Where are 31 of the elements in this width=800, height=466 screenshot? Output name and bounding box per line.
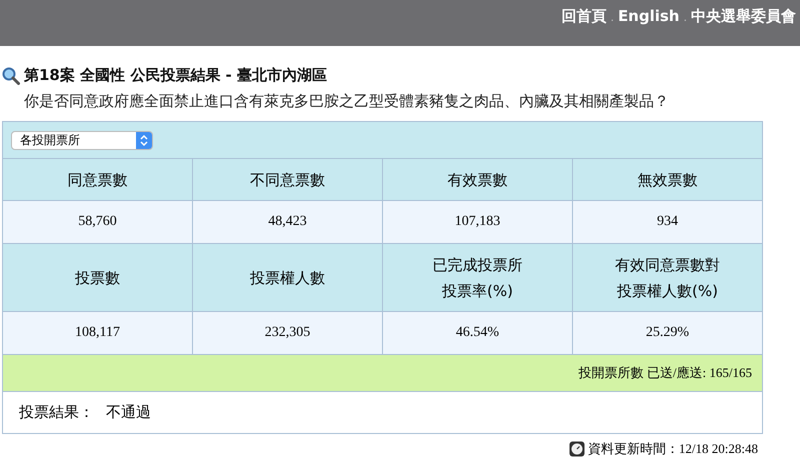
column-header: 不同意票數: [193, 159, 383, 201]
search-icon: [2, 66, 20, 84]
separator: .: [610, 11, 614, 26]
progress-text: 投開票所數 已送/應送: 165/165: [578, 364, 752, 382]
table-cell: 46.54%: [383, 312, 573, 355]
table-cell: 58,760: [3, 201, 193, 244]
separator: .: [684, 11, 687, 26]
chevron-icon: [136, 132, 152, 148]
column-header: 有效票數: [383, 159, 573, 201]
column-header: 投票權人數: [193, 244, 383, 312]
result-value: 不通過: [106, 403, 151, 422]
column-header: 有效同意票數對 投票權人數(%): [573, 244, 762, 312]
column-header: 同意票數: [3, 159, 193, 201]
column-header: 已完成投票所 投票率(%): [383, 244, 573, 312]
station-select[interactable]: 各投開票所: [11, 130, 153, 150]
question-text: 你是否同意政府應全面禁止進口含有萊克多巴胺之乙型受體素豬隻之肉品、內臟及其相關產製品？: [23, 91, 670, 112]
table-cell: 232,305: [193, 312, 383, 355]
table-cell: 108,117: [3, 312, 193, 355]
column-header: 無效票數: [573, 159, 762, 201]
column-header: 投票數: [3, 244, 193, 312]
table-cell: 934: [573, 201, 762, 244]
nav-link[interactable]: English: [618, 7, 680, 25]
result-label: 投票結果：: [19, 403, 94, 422]
page-title: 第18案 全國性 公民投票結果 - 臺北市內湖區: [24, 66, 327, 85]
table-cell: 48,423: [193, 201, 383, 244]
clock-icon: [568, 441, 585, 457]
table-cell: 107,183: [383, 201, 573, 244]
nav-link[interactable]: 中央選舉委員會: [691, 7, 796, 26]
table-cell: 25.29%: [573, 312, 762, 355]
nav-link[interactable]: 回首頁: [561, 7, 606, 26]
update-time: 資料更新時間：12/18 20:28:48: [588, 440, 758, 458]
